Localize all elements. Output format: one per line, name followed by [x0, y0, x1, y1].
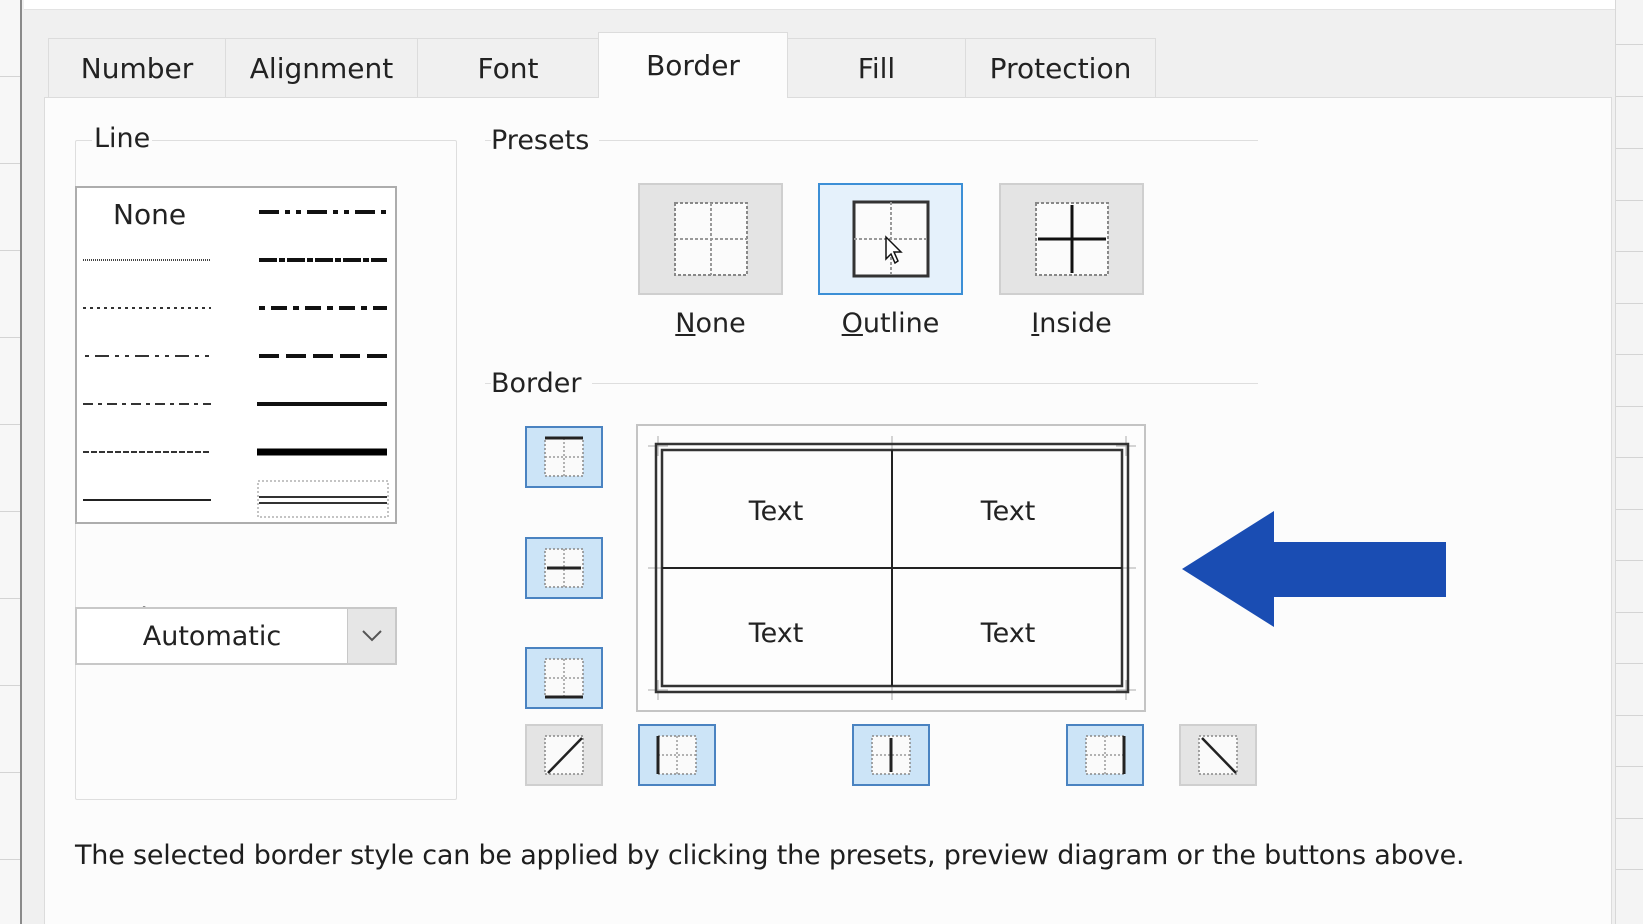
presets-title: Presets — [491, 125, 600, 156]
tab-bar: Number Alignment Font Border Fill Protec… — [48, 32, 1156, 98]
border-preview-diagram[interactable]: Text Text Text Text — [636, 424, 1146, 712]
preset-none-icon — [673, 202, 748, 276]
bottom-border-icon — [544, 658, 584, 699]
preview-cell-text: Text — [980, 618, 1036, 649]
border-rule — [485, 383, 1258, 384]
format-cells-dialog: Number Alignment Font Border Fill Protec… — [24, 0, 1615, 924]
spreadsheet-background-right — [1615, 0, 1643, 924]
diagonal-up-border-button[interactable] — [525, 724, 603, 786]
preset-outline-label: Outline — [841, 308, 940, 339]
preview-grid — [648, 436, 1136, 700]
preset-inside-label: Inside — [1031, 308, 1112, 339]
line-style-dotted[interactable] — [81, 294, 213, 322]
tab-protection[interactable]: Protection — [965, 38, 1156, 98]
preset-inside-icon — [1034, 202, 1109, 276]
chevron-down-icon[interactable] — [347, 609, 395, 663]
border-section-title: Border — [491, 368, 592, 399]
border-hint-text: The selected border style can be applied… — [75, 840, 1465, 871]
tab-border[interactable]: Border — [598, 32, 788, 98]
line-style-thin[interactable] — [81, 486, 213, 514]
color-dropdown[interactable]: Automatic — [75, 607, 397, 665]
left-border-button[interactable] — [638, 724, 716, 786]
top-border-button[interactable] — [525, 426, 603, 488]
right-border-button[interactable] — [1066, 724, 1144, 786]
line-style-dashed[interactable] — [81, 438, 213, 466]
preset-none-button[interactable] — [638, 183, 783, 295]
preset-outline-icon — [852, 200, 929, 278]
line-style-none[interactable]: None — [81, 198, 213, 234]
line-style-medium-dashed[interactable] — [257, 342, 389, 370]
tab-number[interactable]: Number — [48, 38, 226, 98]
border-tab-panel: Line Style: None — [44, 97, 1612, 924]
top-border-icon — [544, 436, 584, 477]
right-border-icon — [1085, 735, 1126, 775]
bottom-border-button[interactable] — [525, 647, 603, 709]
spreadsheet-background-left — [0, 0, 22, 924]
diagonal-down-border-button[interactable] — [1179, 724, 1257, 786]
tab-fill[interactable]: Fill — [787, 38, 966, 98]
line-group-title: Line — [92, 123, 153, 154]
line-style-list[interactable]: None — [75, 186, 397, 524]
diagonal-up-border-icon — [544, 735, 584, 775]
inside-vertical-border-button[interactable] — [852, 724, 930, 786]
inside-horizontal-border-button[interactable] — [525, 537, 603, 599]
inside-vertical-border-icon — [871, 735, 911, 775]
preset-outline-button[interactable] — [818, 183, 963, 295]
diagonal-down-border-icon — [1198, 735, 1238, 775]
line-style-medium-dash-dot[interactable] — [257, 294, 389, 322]
tab-font[interactable]: Font — [417, 38, 599, 98]
tab-alignment[interactable]: Alignment — [225, 38, 418, 98]
preview-cell-text: Text — [980, 496, 1036, 527]
inside-horizontal-border-icon — [544, 548, 584, 588]
left-border-icon — [656, 735, 697, 775]
preview-cell-text: Text — [748, 618, 804, 649]
line-style-dash-dot[interactable] — [81, 390, 213, 418]
annotation-arrow-left-icon — [1182, 511, 1446, 627]
color-dropdown-value: Automatic — [142, 620, 282, 652]
line-style-medium[interactable] — [257, 390, 389, 418]
line-style-hair[interactable] — [81, 246, 213, 274]
line-style-dash-dot-dot[interactable] — [81, 342, 213, 370]
preview-cell-text: Text — [748, 496, 804, 527]
preset-none-label: None — [675, 308, 746, 339]
line-style-double[interactable] — [257, 480, 389, 520]
line-style-slant-dash-dot[interactable] — [257, 246, 389, 274]
line-style-medium-dash-dot-dot[interactable] — [257, 198, 389, 226]
line-style-thick[interactable] — [257, 438, 389, 466]
presets-rule — [485, 140, 1258, 141]
dialog-top-edge — [24, 0, 1615, 10]
preset-inside-button[interactable] — [999, 183, 1144, 295]
